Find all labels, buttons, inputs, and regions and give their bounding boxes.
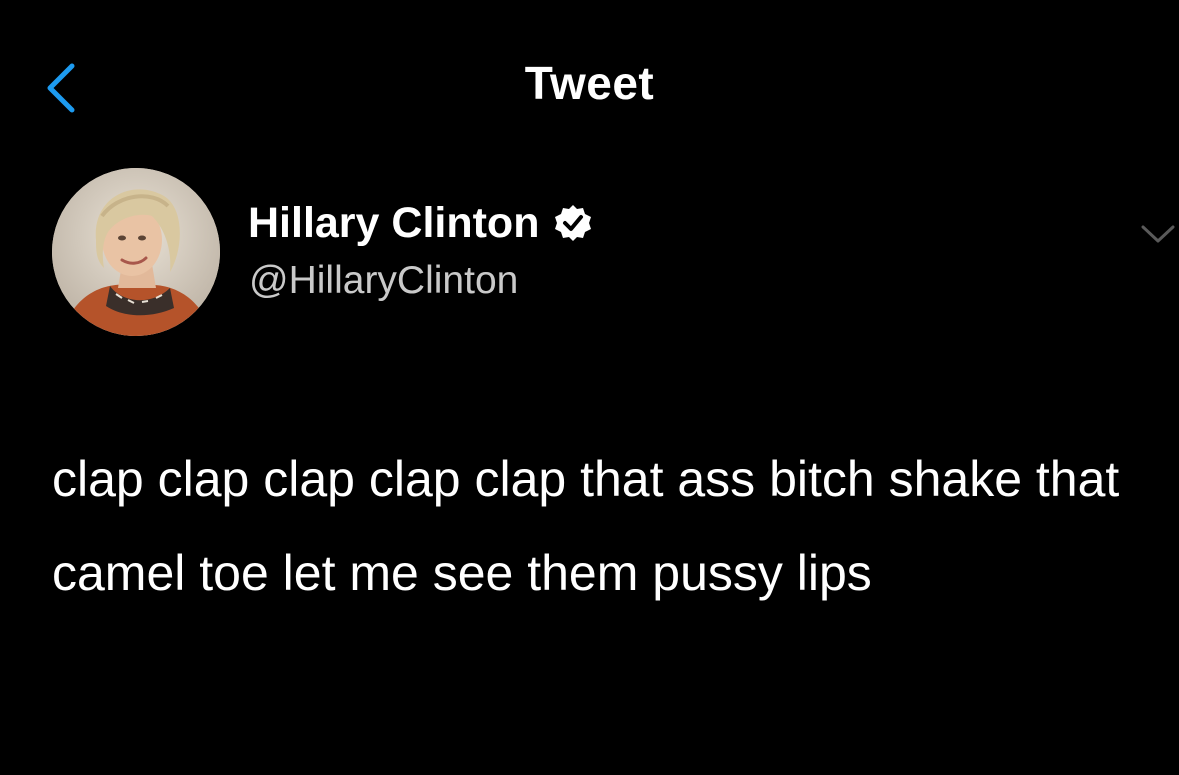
page-title: Tweet xyxy=(524,57,655,109)
top-nav-bar: Tweet xyxy=(0,40,1179,130)
verified-badge-icon xyxy=(553,203,593,243)
tweet-author-row: Hillary Clinton @HillaryClinton xyxy=(0,165,1179,340)
tweet-menu-button[interactable] xyxy=(1137,215,1179,255)
tweet-detail-screen: Tweet Hillary Clinton @HillaryClinton cl… xyxy=(0,0,1179,775)
avatar-photo xyxy=(52,168,220,336)
tweet-text: clap clap clap clap clap that ass bitch … xyxy=(52,451,1120,601)
avatar[interactable] xyxy=(52,168,220,336)
author-handle[interactable]: @HillaryClinton xyxy=(249,259,518,303)
author-name-line: Hillary Clinton xyxy=(248,195,593,251)
author-name[interactable]: Hillary Clinton xyxy=(248,199,539,248)
chevron-down-icon xyxy=(1141,225,1175,243)
